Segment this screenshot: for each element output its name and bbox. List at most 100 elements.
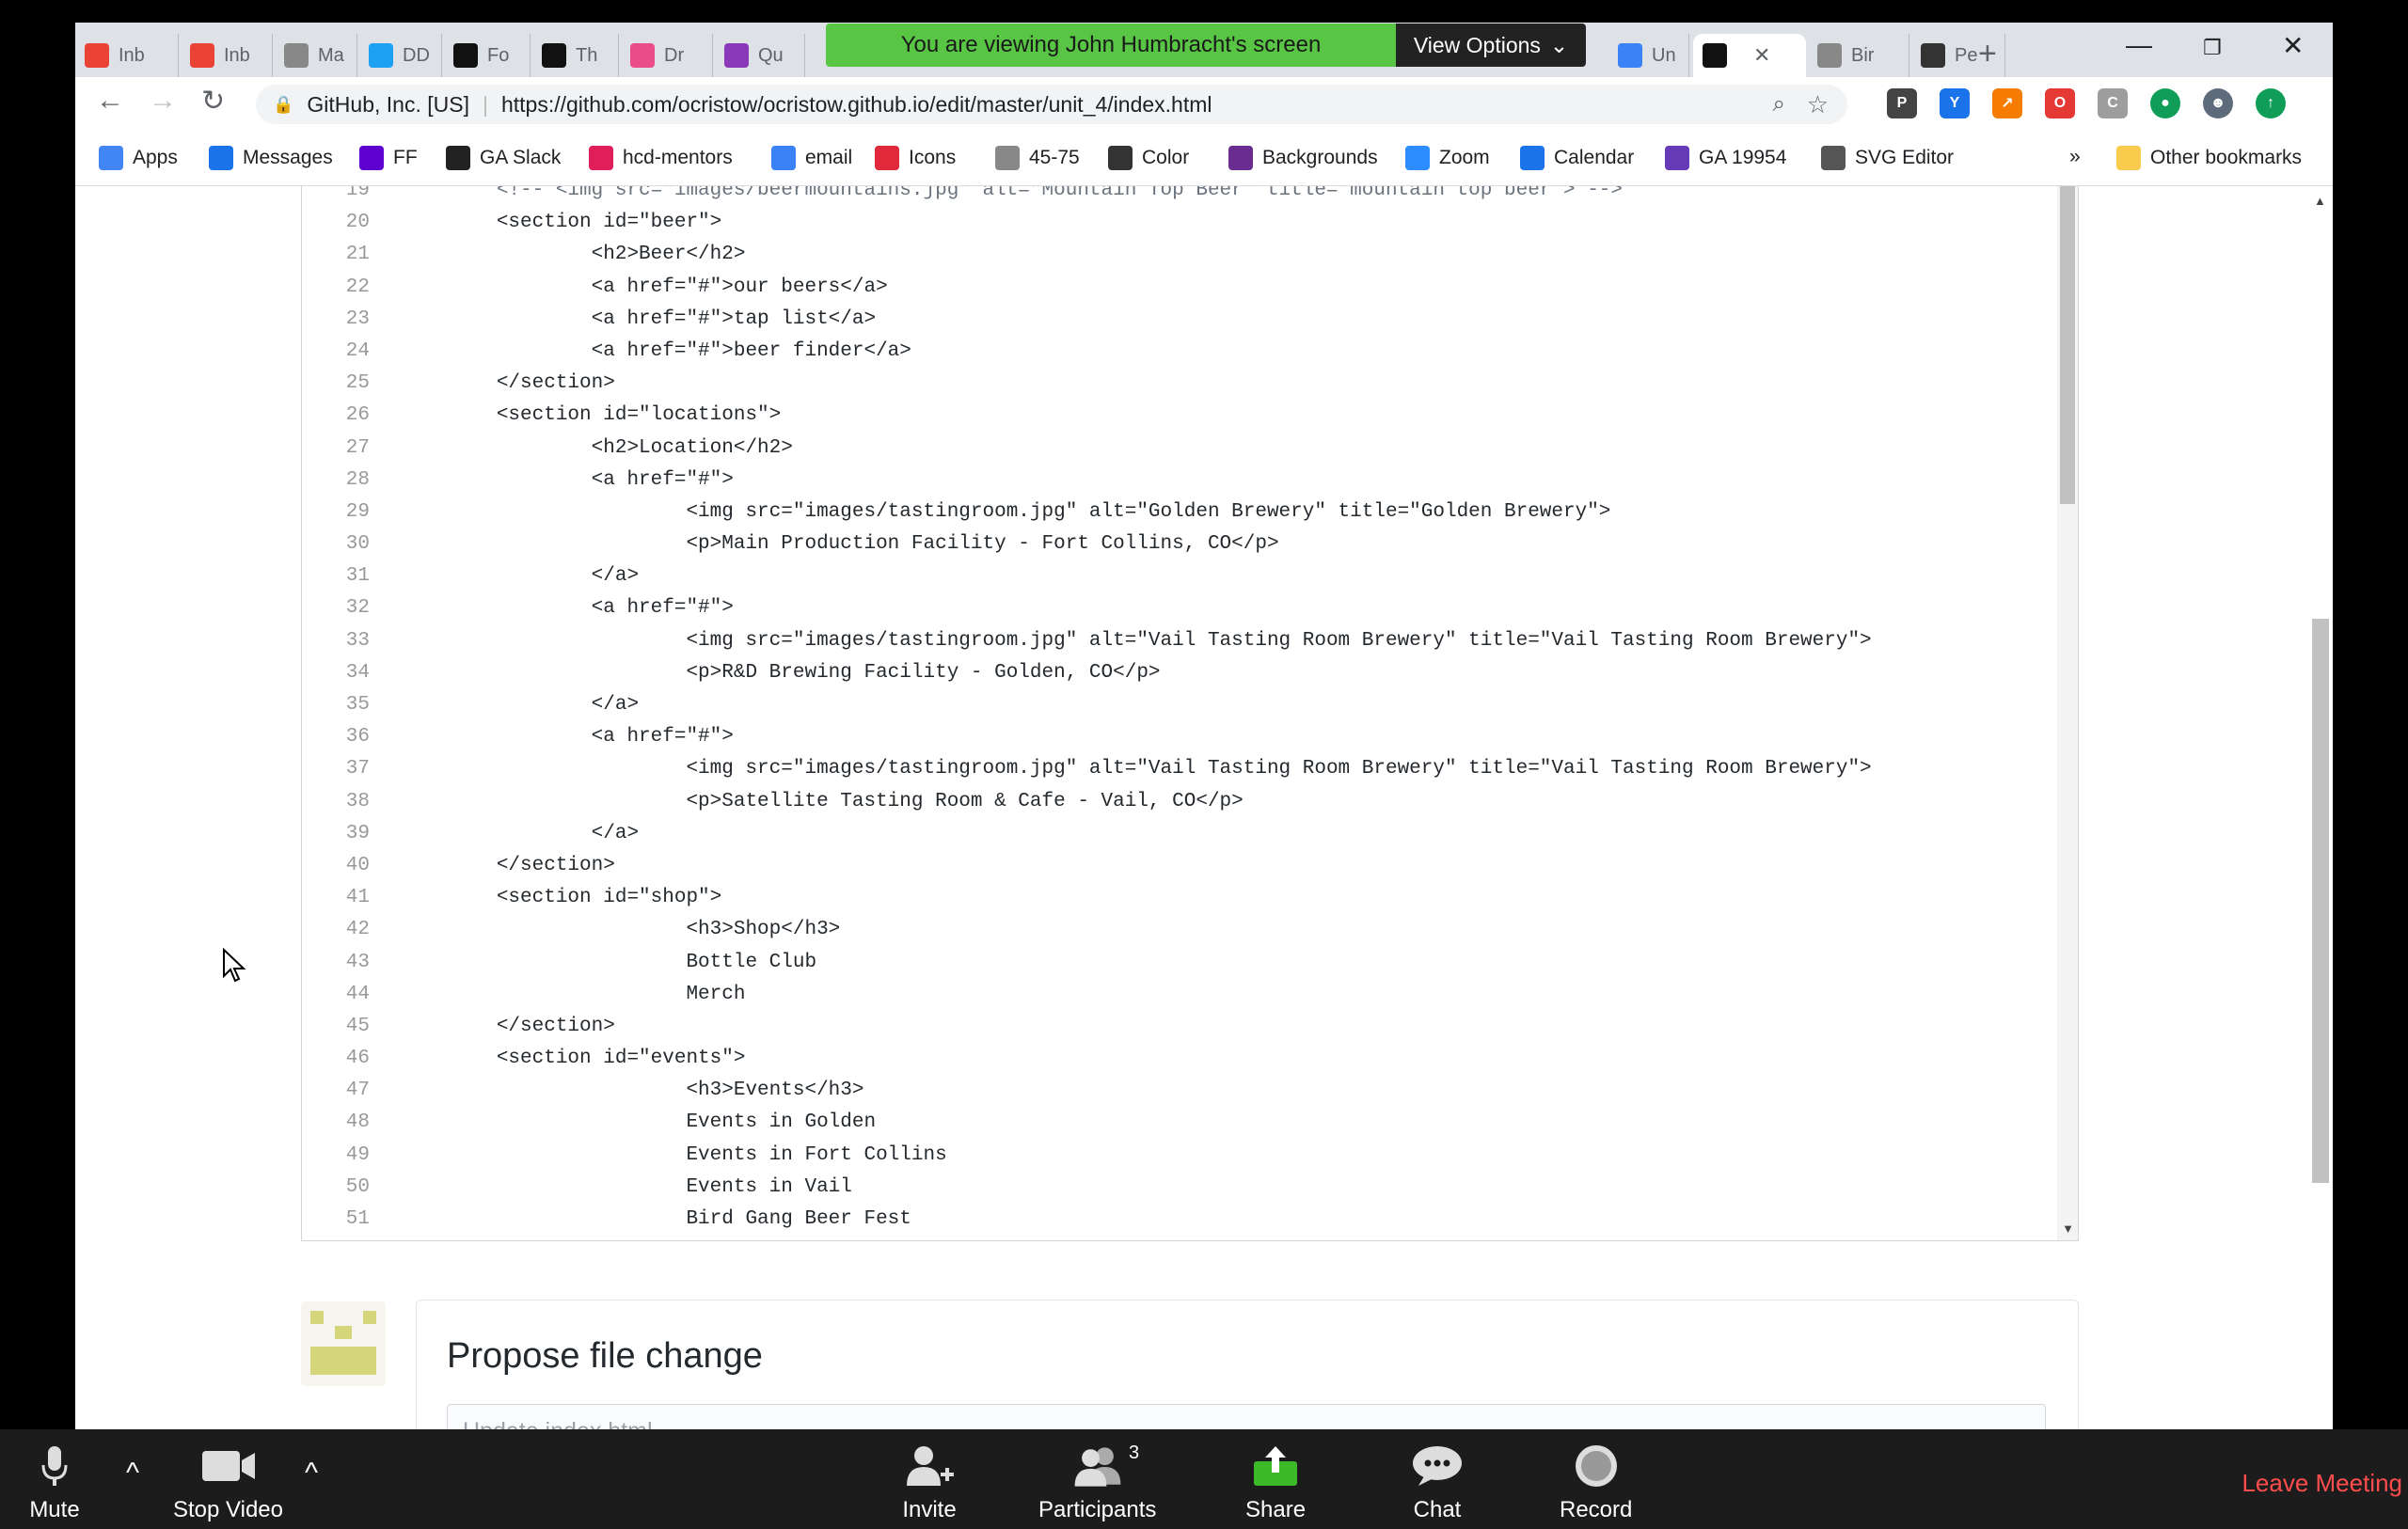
line-text[interactable]: <section id="shop"> (402, 887, 721, 908)
code-line[interactable]: 41 <section id="shop"> (302, 882, 2061, 914)
audio-options-chevron-up-icon[interactable]: ^ (126, 1458, 139, 1490)
bookmark-icons[interactable]: Icons (875, 146, 956, 170)
bookmark-email[interactable]: email (771, 146, 852, 170)
code-line[interactable]: 42 <h3>Shop</h3> (302, 914, 2061, 946)
reload-button[interactable]: ↻ (201, 85, 225, 118)
url-text[interactable]: https://github.com/ocristow/ocristow.git… (501, 92, 1212, 118)
scroll-down-arrow-icon[interactable]: ▼ (2062, 1222, 2074, 1236)
code-line[interactable]: 23 <a href="#">tap list</a> (302, 304, 2061, 336)
code-editor[interactable]: 19 <!-- <img src="images/beermountains.j… (301, 186, 2079, 1241)
line-text[interactable]: <a href="#">our beers</a> (402, 276, 888, 298)
tab-1[interactable]: Inb (75, 34, 179, 77)
share-button[interactable]: Share (1245, 1442, 1306, 1523)
code-line[interactable]: 32 <a href="#"> (302, 592, 2061, 624)
other-bookmarks[interactable]: Other bookmarks (2116, 146, 2302, 170)
editor-scrollbar[interactable]: ▼ (2057, 186, 2078, 1240)
code-line[interactable]: 27 <h2>Location</h2> (302, 433, 2061, 465)
line-text[interactable]: </a> (402, 823, 639, 844)
tab-11[interactable]: Bir (1808, 34, 1909, 77)
stop-video-button[interactable]: Stop Video (173, 1442, 283, 1523)
chart-extension-icon[interactable]: ↗ (1992, 88, 2022, 118)
bookmark-star-icon[interactable]: ☆ (1807, 90, 1829, 119)
code-line[interactable]: 34 <p>R&D Brewing Facility - Golden, CO<… (302, 657, 2061, 689)
line-text[interactable]: Bottle Club (402, 952, 816, 973)
line-text[interactable]: Events in Fort Collins (402, 1144, 946, 1166)
address-bar[interactable]: 🔒 GitHub, Inc. [US] | https://github.com… (256, 85, 1847, 124)
line-text[interactable]: <p>Main Production Facility - Fort Colli… (402, 533, 1278, 555)
code-line[interactable]: 22 <a href="#">our beers</a> (302, 272, 2061, 304)
code-line[interactable]: 36 <a href="#"> (302, 721, 2061, 753)
back-button[interactable]: ← (96, 85, 124, 117)
commit-message-input[interactable] (447, 1404, 2046, 1429)
tab-8[interactable]: Qu (715, 34, 805, 77)
line-text[interactable]: <a href="#"> (402, 469, 734, 491)
line-text[interactable]: Merch (402, 984, 745, 1005)
tab-4[interactable]: DD (359, 34, 442, 77)
bookmark-svg-editor[interactable]: SVG Editor (1821, 146, 1954, 170)
page-scrollbar[interactable]: ▲ (2306, 186, 2333, 1429)
code-line[interactable]: 50 Events in Vail (302, 1172, 2061, 1204)
code-line[interactable]: 35 </a> (302, 689, 2061, 721)
pocket-icon[interactable]: P (1887, 88, 1917, 118)
line-text[interactable]: <h3>Events</h3> (402, 1080, 863, 1101)
line-text[interactable]: <section id="locations"> (402, 404, 781, 426)
line-text[interactable]: <p>R&D Brewing Facility - Golden, CO</p> (402, 662, 1160, 684)
line-text[interactable]: <a href="#"> (402, 726, 734, 748)
code-line[interactable]: 24 <a href="#">beer finder</a> (302, 336, 2061, 368)
restore-button[interactable]: ❐ (2203, 36, 2222, 60)
editor-scrollbar-thumb[interactable] (2060, 186, 2075, 504)
opera-extension-icon[interactable]: O (2045, 88, 2075, 118)
line-text[interactable]: </a> (402, 694, 639, 716)
invite-button[interactable]: Invite (901, 1442, 958, 1523)
close-window-button[interactable]: ✕ (2282, 30, 2304, 61)
bookmark-backgrounds[interactable]: Backgrounds (1228, 146, 1378, 170)
line-text[interactable]: Events in Vail (402, 1176, 851, 1198)
line-text[interactable]: Bird Gang Beer Fest (402, 1208, 911, 1230)
tab-2[interactable]: Inb (181, 34, 273, 77)
zoom-icon[interactable]: ⌕ (1773, 91, 1785, 118)
record-button[interactable]: Record (1560, 1442, 1632, 1523)
bookmark-45-75[interactable]: 45-75 (995, 146, 1080, 170)
code-line[interactable]: 46 <section id="events"> (302, 1043, 2061, 1075)
bookmark-calendar[interactable]: Calendar (1520, 146, 1634, 170)
tab-5[interactable]: Fo (444, 34, 531, 77)
line-text[interactable]: </section> (402, 855, 615, 876)
view-options-button[interactable]: View Options ⌄ (1396, 24, 1586, 67)
code-line[interactable]: 45 </section> (302, 1011, 2061, 1043)
line-text[interactable]: <p>Satellite Tasting Room & Cafe - Vail,… (402, 791, 1243, 812)
code-line[interactable]: 21 <h2>Beer</h2> (302, 239, 2061, 271)
line-text[interactable]: Events in Golden (402, 1111, 876, 1133)
code-line[interactable]: 48 Events in Golden (302, 1107, 2061, 1139)
code-line[interactable]: 25 </section> (302, 368, 2061, 400)
code-line[interactable]: 19 <!-- <img src="images/beermountains.j… (302, 186, 2061, 207)
code-line[interactable]: 40 </section> (302, 850, 2061, 882)
tab-9[interactable]: Un (1608, 34, 1689, 77)
code-line[interactable]: 37 <img src="images/tastingroom.jpg" alt… (302, 753, 2061, 785)
code-line[interactable]: 49 Events in Fort Collins (302, 1140, 2061, 1172)
chat-button[interactable]: Chat (1409, 1442, 1465, 1523)
line-text[interactable]: <a href="#">beer finder</a> (402, 340, 911, 362)
line-text[interactable]: </section> (402, 1016, 615, 1037)
code-line[interactable]: 38 <p>Satellite Tasting Room & Cafe - Va… (302, 786, 2061, 818)
code-line[interactable]: 33 <img src="images/tastingroom.jpg" alt… (302, 625, 2061, 657)
code-lines[interactable]: 19 <!-- <img src="images/beermountains.j… (302, 186, 2061, 1236)
line-text[interactable]: </a> (402, 565, 639, 587)
bookmark-ga-19954[interactable]: GA 19954 (1665, 146, 1786, 170)
line-text[interactable]: </section> (402, 372, 615, 394)
line-text[interactable]: <img src="images/tastingroom.jpg" alt="V… (402, 630, 1871, 652)
bookmark-color[interactable]: Color (1108, 146, 1189, 170)
tab-3[interactable]: Ma (275, 34, 357, 77)
video-options-chevron-up-icon[interactable]: ^ (305, 1458, 318, 1490)
tab-7[interactable]: Dr (621, 34, 713, 77)
y-extension-icon[interactable]: Y (1940, 88, 1970, 118)
page-scrollbar-thumb[interactable] (2312, 619, 2329, 1183)
minimize-button[interactable]: — (2126, 30, 2152, 60)
update-icon[interactable]: ↑ (2256, 88, 2286, 118)
tab-6[interactable]: Th (532, 34, 619, 77)
line-text[interactable]: <img src="images/tastingroom.jpg" alt="V… (402, 758, 1871, 780)
bookmark-hcd-mentors[interactable]: hcd-mentors (589, 146, 733, 170)
code-line[interactable]: 28 <a href="#"> (302, 465, 2061, 497)
bookmark-zoom[interactable]: Zoom (1405, 146, 1490, 170)
line-text[interactable]: <a href="#"> (402, 597, 734, 619)
leave-meeting-button[interactable]: Leave Meeting (2242, 1469, 2402, 1498)
